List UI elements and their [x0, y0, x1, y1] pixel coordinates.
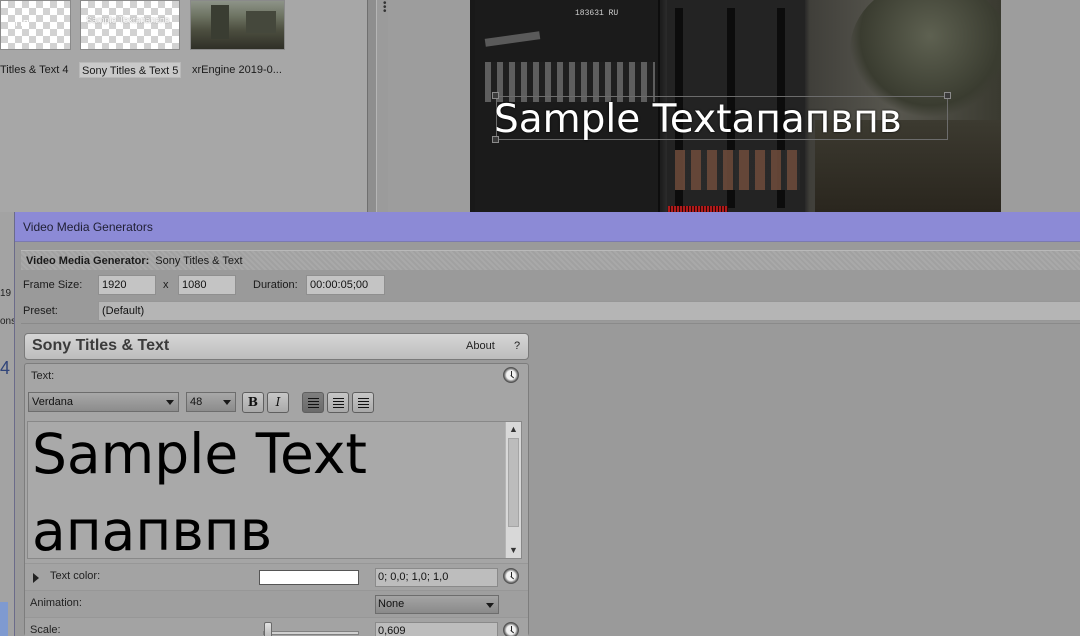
italic-button[interactable]: I [267, 392, 289, 413]
frame-size-label: Frame Size: [23, 279, 83, 291]
text-color-swatch[interactable] [259, 570, 359, 585]
generator-bar: Video Media Generator: Sony Titles & Text [21, 250, 1080, 270]
align-center-icon [333, 398, 344, 408]
vertical-scrollbar[interactable]: ▲ ▼ [505, 422, 521, 558]
project-media-bin: Пп Sample Textапапвпв Titles & Text 4 So… [0, 0, 367, 212]
media-thumbnail-titles-4[interactable]: Пп [0, 0, 71, 50]
thumbnail-text: Sample Textапапвпв [86, 15, 170, 25]
keyframe-clock-icon[interactable] [503, 367, 519, 383]
text-editor-content[interactable]: Sample Text апапвпв [32, 422, 502, 558]
media-caption-selected[interactable]: Sony Titles & Text 5 [79, 62, 182, 78]
text-label: Text: [31, 370, 55, 382]
dropdown-caret-icon [166, 400, 174, 405]
keyframe-clock-icon[interactable] [503, 568, 519, 584]
divider [21, 323, 1080, 324]
video-media-generators-dialog: Video Media Generators Video Media Gener… [14, 212, 1080, 636]
frame-size-separator: x [163, 279, 169, 291]
media-caption[interactable]: Titles & Text 4 [0, 62, 68, 78]
preset-label: Preset: [23, 305, 58, 317]
sony-titles-text-panel: Sony Titles & Text About ? Text: Verdana… [24, 333, 529, 636]
media-caption[interactable]: xrEngine 2019-0... [192, 62, 282, 78]
scroll-up-icon[interactable]: ▲ [506, 422, 521, 437]
frame-height-field[interactable]: 1080 [178, 275, 236, 295]
animation-label: Animation: [30, 597, 82, 609]
text-color-label: Text color: [50, 570, 101, 582]
dialog-title[interactable]: Video Media Generators [15, 212, 1080, 242]
scale-value[interactable]: 0,609 [375, 622, 498, 636]
align-left-icon [308, 398, 319, 408]
text-color-value[interactable]: 0; 0,0; 1,0; 1,0 [375, 568, 498, 587]
scale-slider-thumb[interactable] [264, 622, 272, 636]
frame-width-field[interactable]: 1920 [98, 275, 156, 295]
plugin-title: Sony Titles & Text [32, 337, 170, 354]
help-link[interactable]: ? [514, 340, 520, 352]
align-left-button[interactable] [302, 392, 324, 413]
preset-field[interactable]: (Default) [98, 301, 1080, 321]
text-color-row: Text color: 0; 0,0; 1,0; 1,0 [25, 563, 528, 590]
grip-icon[interactable]: • • • [383, 0, 387, 17]
rifle-icon [484, 31, 541, 47]
scale-slider-track[interactable] [263, 631, 359, 635]
truncated-label: 4 [0, 358, 11, 378]
text-editor[interactable]: Sample Text апапвпв ▲ ▼ [27, 421, 522, 559]
resize-handle[interactable] [944, 92, 951, 99]
dropdown-caret-icon [486, 603, 494, 608]
animation-row: Animation: None [25, 590, 528, 617]
preview-overlay-text: Sample Textапапвпв [494, 97, 902, 142]
plugin-body: Text: Verdana 48 B I Sample Text апапвпв… [24, 363, 529, 636]
scrollbar-thumb[interactable] [508, 438, 519, 527]
animation-value: None [378, 598, 405, 610]
keyframe-clock-icon[interactable] [503, 622, 519, 636]
timeline-edge: 19 ons 4 [0, 212, 16, 636]
hud-money: 183631 RU [575, 9, 619, 18]
inventory-items [675, 150, 800, 190]
font-size-dropdown[interactable]: 48 [186, 392, 236, 412]
scale-label: Scale: [30, 624, 61, 636]
scroll-down-icon[interactable]: ▼ [506, 543, 521, 558]
about-link[interactable]: About [466, 340, 495, 352]
align-right-icon [358, 398, 369, 408]
duration-label: Duration: [253, 279, 298, 291]
align-center-button[interactable] [327, 392, 349, 413]
generator-value: Sony Titles & Text [155, 255, 243, 267]
expand-triangle-icon[interactable] [33, 573, 39, 583]
track-header [0, 602, 8, 636]
truncated-label: 19 [0, 288, 12, 299]
animation-dropdown[interactable]: None [375, 595, 499, 614]
font-dropdown[interactable]: Verdana [28, 392, 179, 412]
font-value: Verdana [32, 396, 73, 408]
media-thumbnail-xrengine[interactable] [190, 0, 285, 50]
bold-button[interactable]: B [242, 392, 264, 413]
video-preview-frame[interactable]: 183631 RU Sample Textапапвпв [470, 0, 1001, 212]
font-size-value: 48 [190, 396, 203, 408]
thumbnail-text: Пп [15, 17, 29, 29]
dropdown-caret-icon [223, 400, 231, 405]
duration-field[interactable]: 00:00:05;00 [306, 275, 385, 295]
generator-label: Video Media Generator: [26, 255, 150, 267]
align-right-button[interactable] [352, 392, 374, 413]
pane-splitter[interactable] [367, 0, 377, 212]
plugin-header: Sony Titles & Text About ? [24, 333, 529, 360]
scale-row: Scale: 0,609 [25, 617, 528, 636]
media-thumbnail-titles-5[interactable]: Sample Textапапвпв [80, 0, 180, 50]
